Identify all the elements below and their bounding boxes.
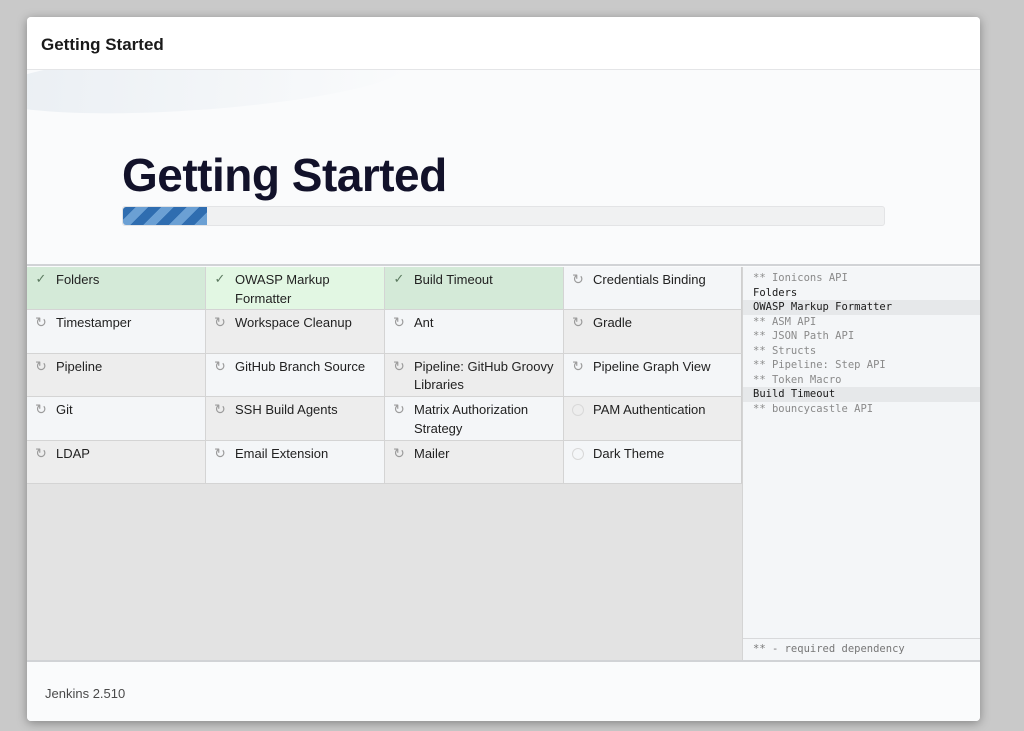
install-log-lines: ** Ionicons API Folders OWASP Markup Forma…: [743, 271, 980, 416]
refresh-icon: ↻: [393, 314, 405, 331]
plugin-name: Build Timeout: [414, 272, 493, 287]
plugin-item: Dark Theme: [564, 440, 742, 484]
plugin-item: ↻ LDAP: [27, 440, 206, 484]
plugin-name: Email Extension: [235, 445, 329, 461]
refresh-icon: ↻: [214, 444, 226, 461]
log-line: ** Token Macro: [753, 373, 842, 386]
dialog-header: Getting Started: [27, 17, 980, 70]
dialog-footer: Jenkins 2.510: [27, 660, 980, 721]
plugin-item: ↻ Mailer: [385, 440, 564, 484]
refresh-icon: ↻: [393, 444, 405, 461]
refresh-icon: ↻: [572, 314, 584, 331]
plugin-name: Mailer: [414, 445, 450, 461]
check-icon: ✓: [214, 271, 226, 286]
plugin-name: GitHub Branch Source: [235, 358, 366, 374]
dialog-header-title: Getting Started: [41, 35, 164, 54]
log-line: ** Ionicons API: [753, 272, 848, 284]
version-label: Jenkins 2.510: [45, 686, 126, 701]
refresh-icon: ↻: [572, 357, 584, 374]
plugin-name: Credentials Binding: [593, 272, 706, 287]
plugin-name: OWASP Markup Formatter: [235, 272, 330, 306]
log-line: Build Timeout: [743, 387, 980, 402]
page-title: Getting Started: [122, 149, 447, 201]
plugin-name: SSH Build Agents: [235, 402, 338, 418]
log-line: ** bouncycastle API: [753, 402, 874, 415]
plugin-item: ↻ Git: [27, 397, 206, 441]
install-progress-fill: [123, 207, 207, 225]
plugin-item: ↻ Pipeline: [27, 353, 206, 398]
plugin-item: ↻ Pipeline Graph View: [564, 353, 742, 398]
plugin-item: ↻ Pipeline: GitHub Groovy Libraries: [385, 353, 564, 398]
refresh-icon: ↻: [393, 357, 405, 374]
plugin-item: ↻ Workspace Cleanup: [206, 310, 385, 354]
plugin-name: Workspace Cleanup: [235, 315, 352, 331]
refresh-icon: ↻: [35, 314, 47, 331]
plugin-name: Folders: [56, 272, 100, 287]
log-line: ** Pipeline: Step API: [753, 359, 886, 371]
plugin-name: Pipeline Graph View: [593, 358, 711, 374]
plugin-item: ↻ Timestamper: [27, 310, 206, 354]
plugin-install-area: ✓ Folders ✓ OWASP Markup Formatter ✓ Build Ti…: [27, 267, 742, 660]
install-log-footer: ** - required dependency: [743, 638, 980, 660]
log-line: Folders: [753, 286, 798, 299]
setup-wizard-dialog: Getting Started Getting Started ✓ Folders…: [27, 17, 980, 721]
plugin-item: ↻ SSH Build Agents: [206, 397, 385, 441]
plugin-item: ✓ Folders: [27, 267, 206, 311]
check-icon: ✓: [393, 271, 405, 286]
log-line: ** JSON Path API: [753, 330, 855, 342]
circle-icon: [572, 447, 584, 460]
log-line: ** ASM API: [753, 315, 817, 328]
plugin-name: Matrix Authorization Strategy: [414, 402, 529, 436]
plugin-name: LDAP: [56, 445, 90, 461]
refresh-icon: ↻: [393, 401, 405, 418]
plugin-item: ✓ OWASP Markup Formatter: [206, 267, 385, 311]
refresh-icon: ↻: [35, 444, 47, 461]
plugin-name: Ant: [414, 315, 434, 331]
plugin-name: Pipeline: GitHub Groovy Libraries: [414, 358, 554, 393]
plugin-item: ↻ Ant: [385, 310, 564, 354]
log-line: ** Structs: [753, 344, 817, 357]
plugin-item: ↻ Gradle: [564, 310, 742, 354]
refresh-icon: ↻: [214, 314, 226, 331]
refresh-icon: ↻: [35, 357, 47, 374]
plugin-name: Git: [56, 402, 73, 418]
plugin-name: Gradle: [593, 315, 633, 331]
plugin-item: ↻ Credentials Binding: [564, 267, 742, 311]
plugin-item: ✓ Build Timeout: [385, 267, 564, 311]
plugin-name: Pipeline: [56, 358, 103, 374]
plugin-item: PAM Authentication: [564, 397, 742, 441]
plugin-name: Timestamper: [56, 315, 132, 331]
plugin-name: PAM Authentication: [593, 402, 706, 418]
refresh-icon: ↻: [572, 271, 584, 287]
refresh-icon: ↻: [214, 401, 226, 418]
plugin-item: ↻ Matrix Authorization Strategy: [385, 397, 564, 441]
circle-icon: [572, 404, 584, 417]
plugin-item: ↻ GitHub Branch Source: [206, 353, 385, 398]
plugin-item: ↻ Email Extension: [206, 440, 385, 484]
refresh-icon: ↻: [214, 357, 226, 374]
install-progress-bar: [122, 206, 885, 226]
install-log-panel[interactable]: ** Ionicons API Folders OWASP Markup Forma…: [742, 267, 980, 660]
plugin-grid: ✓ Folders ✓ OWASP Markup Formatter ✓ Build Ti…: [27, 267, 742, 484]
log-line: OWASP Markup Formatter: [743, 300, 980, 315]
check-icon: ✓: [35, 271, 47, 286]
hero-decoration: [27, 70, 409, 125]
hero-section: Getting Started: [27, 70, 980, 266]
plugin-name: Dark Theme: [593, 445, 665, 461]
refresh-icon: ↻: [35, 401, 47, 418]
